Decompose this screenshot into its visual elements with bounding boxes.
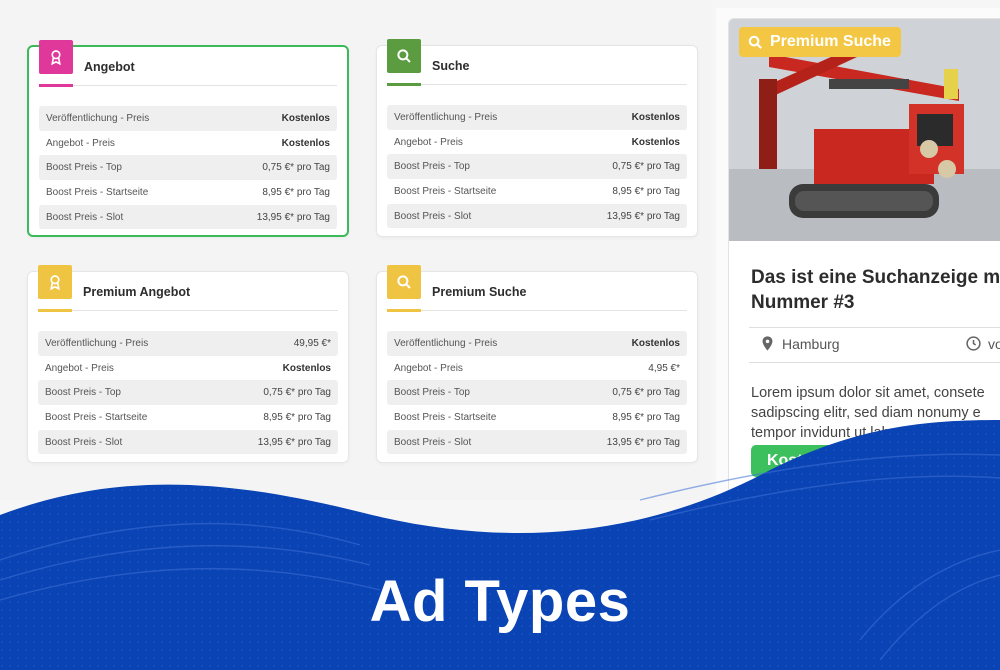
card-divider	[38, 309, 338, 312]
price-row: Veröffentlichung - Preis Kostenlos	[387, 331, 687, 356]
ad-title[interactable]: Das ist eine Suchanzeige m Nummer #3	[751, 265, 1000, 315]
card-divider	[387, 83, 687, 86]
price-row: Boost Preis - Slot 13,95 €* pro Tag	[39, 204, 337, 230]
card-suche[interactable]: Suche Veröffentlichung - Preis Kostenlos …	[376, 39, 698, 237]
price-row: Boost Preis - Startseite 8,95 €* pro Tag	[394, 411, 680, 423]
price-row: Boost Preis - Slot 13,95 €* pro Tag	[387, 429, 687, 455]
price-row: Angebot - Preis Kostenlos	[45, 362, 331, 374]
price-rows: Veröffentlichung - Preis 49,95 €* Angebot…	[38, 331, 338, 455]
price-row: Boost Preis - Top 0,75 €* pro Tag	[39, 155, 337, 181]
divider	[749, 327, 1000, 328]
location-pin-icon	[762, 336, 773, 351]
price-row: Veröffentlichung - Preis Kostenlos	[387, 105, 687, 130]
banner-title: Ad Types	[369, 569, 631, 634]
ad-location: Hamburg	[759, 335, 840, 352]
divider	[749, 362, 1000, 363]
price-row: Veröffentlichung - Preis Kostenlos	[39, 106, 337, 131]
award-icon	[39, 40, 73, 74]
card-header: Angebot	[39, 40, 337, 87]
search-icon	[387, 265, 421, 299]
price-row: Angebot - Preis 4,95 €*	[394, 362, 680, 374]
ad-preview-card[interactable]: Premium Suche Das ist eine Suchanzeige m…	[728, 18, 1000, 538]
price-row: Boost Preis - Startseite 8,95 €* pro Tag	[394, 185, 680, 197]
price-row: Boost Preis - Startseite 8,95 €* pro Tag	[45, 411, 331, 423]
card-title: Premium Angebot	[83, 285, 191, 299]
card-header: Suche	[387, 39, 687, 86]
card-header: Premium Angebot	[38, 265, 338, 312]
card-title: Angebot	[84, 60, 135, 74]
pricing-panel: Angebot Veröffentlichung - Preis Kostenlo…	[0, 0, 710, 500]
price-row: Boost Preis - Slot 13,95 €* pro Tag	[38, 429, 338, 455]
ad-types-banner: Angebot Veröffentlichung - Preis Kostenlo…	[0, 0, 1000, 670]
card-header: Premium Suche	[387, 265, 687, 312]
search-icon	[748, 35, 762, 49]
premium-search-tag: Premium Suche	[739, 27, 901, 57]
card-title: Premium Suche	[432, 285, 527, 299]
premium-tag-label: Premium Suche	[770, 33, 891, 50]
card-angebot[interactable]: Angebot Veröffentlichung - Preis Kostenlo…	[27, 40, 349, 237]
price-rows: Veröffentlichung - Preis Kostenlos Angebo…	[39, 106, 337, 230]
ad-time: vor 1	[965, 335, 1000, 352]
price-row: Boost Preis - Top 0,75 €* pro Tag	[38, 380, 338, 406]
price-row: Boost Preis - Startseite 8,95 €* pro Tag	[46, 186, 330, 198]
price-row: Boost Preis - Top 0,75 €* pro Tag	[387, 380, 687, 406]
card-premium-suche[interactable]: Premium Suche Veröffentlichung - Preis Ko…	[376, 265, 698, 463]
price-row: Boost Preis - Slot 13,95 €* pro Tag	[387, 203, 687, 229]
ad-description: Lorem ipsum dolor sit amet, consete sadi…	[751, 385, 985, 441]
price-badge: Kostenlos	[751, 445, 867, 477]
card-divider	[387, 309, 687, 312]
card-title: Suche	[432, 59, 470, 73]
price-rows: Veröffentlichung - Preis Kostenlos Angebo…	[387, 331, 687, 455]
price-row: Veröffentlichung - Preis 49,95 €*	[38, 331, 338, 356]
card-divider	[39, 84, 337, 87]
award-icon	[38, 265, 72, 299]
price-rows: Veröffentlichung - Preis Kostenlos Angebo…	[387, 105, 687, 229]
ad-preview-panel: Premium Suche Das ist eine Suchanzeige m…	[716, 8, 1000, 538]
product-image: Premium Suche	[729, 19, 1000, 241]
price-row: Angebot - Preis Kostenlos	[394, 136, 680, 148]
search-icon	[387, 39, 421, 73]
card-premium-angebot[interactable]: Premium Angebot Veröffentlichung - Preis…	[27, 265, 349, 463]
price-row: Angebot - Preis Kostenlos	[46, 137, 330, 149]
price-row: Boost Preis - Top 0,75 €* pro Tag	[387, 154, 687, 180]
clock-icon	[966, 336, 981, 351]
